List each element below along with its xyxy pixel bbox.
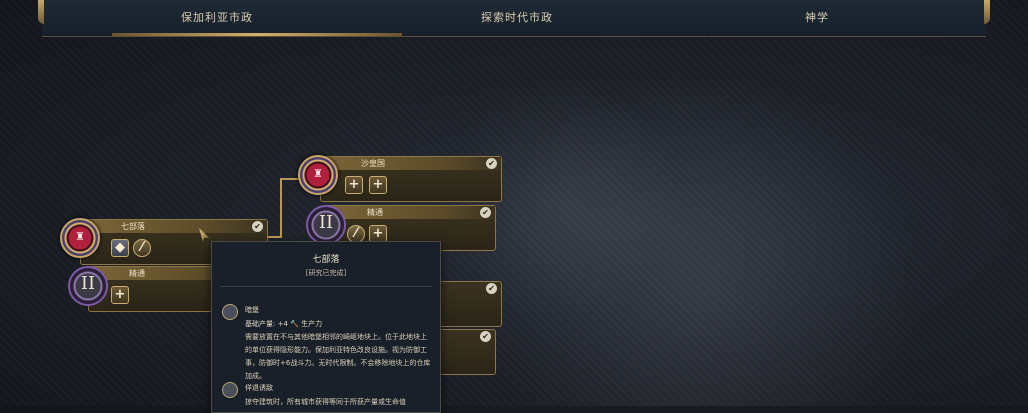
plus-icon[interactable]: + [111, 286, 129, 304]
tab-bar: 保加利亚市政 探索时代市政 神学 [38, 0, 990, 37]
node-tooltip: 七部落 [研究已完成] 暗堡 基础产量: +4 🔨 生产力 需要放置在不与其他暗… [211, 241, 441, 413]
tab-bar-cap-left [38, 0, 44, 24]
plus-icon[interactable]: + [369, 176, 387, 194]
check-icon: ✔ [480, 331, 491, 342]
tooltip-item1-name: 暗堡 [245, 306, 259, 314]
fortress-icon[interactable]: ◆ [111, 239, 129, 257]
connector-line [280, 178, 282, 236]
connector-line [280, 178, 300, 180]
check-icon: ✔ [480, 207, 491, 218]
map-background [0, 0, 1028, 406]
node-title: 七部落 [121, 222, 145, 231]
tooltip-divider [220, 286, 432, 287]
feigned-retreat-icon[interactable]: ⁄ [133, 239, 151, 257]
node-title: 精通 [367, 208, 383, 217]
tooltip-item1-desc: 需要放置在不与其他暗堡相邻的崎岖地块上。位于此地块上的单位获得隐形能力。保加利亚… [245, 333, 431, 380]
seven-tribes-medal-icon[interactable]: ♜ [60, 218, 100, 258]
active-tab-underline [112, 33, 402, 36]
node-title: 沙皇国 [361, 159, 385, 168]
tab-theology[interactable]: 神学 [702, 0, 932, 36]
tab-bar-cap-right [984, 0, 990, 24]
fortress-icon [222, 304, 238, 320]
mastery-ii-icon[interactable]: II [68, 266, 108, 306]
node-tsardom[interactable]: 沙皇国 ✔ + + [320, 156, 502, 202]
tab-bulgaria-civics[interactable]: 保加利亚市政 [102, 0, 332, 36]
plus-icon[interactable]: + [345, 176, 363, 194]
mastery-ii-icon[interactable]: II [306, 205, 346, 245]
check-icon: ✔ [252, 221, 263, 232]
check-icon: ✔ [486, 158, 497, 169]
tooltip-item2-desc: 掠夺建筑时，所有城市获得等同于所获产量或生命值 [245, 398, 406, 406]
tooltip-title: 七部落 [312, 255, 340, 265]
tsardom-medal-icon[interactable]: ♜ [298, 155, 338, 195]
tab-exploration-civics[interactable]: 探索时代市政 [372, 0, 662, 36]
node-title: 精通 [129, 269, 145, 278]
tooltip-item2-name: 佯退诱敌 [245, 384, 273, 392]
check-icon: ✔ [486, 283, 497, 294]
feigned-retreat-icon [222, 382, 238, 398]
tooltip-status: [研究已完成] [305, 269, 347, 277]
tooltip-item1-yield: 基础产量: +4 🔨 生产力 [245, 320, 323, 328]
